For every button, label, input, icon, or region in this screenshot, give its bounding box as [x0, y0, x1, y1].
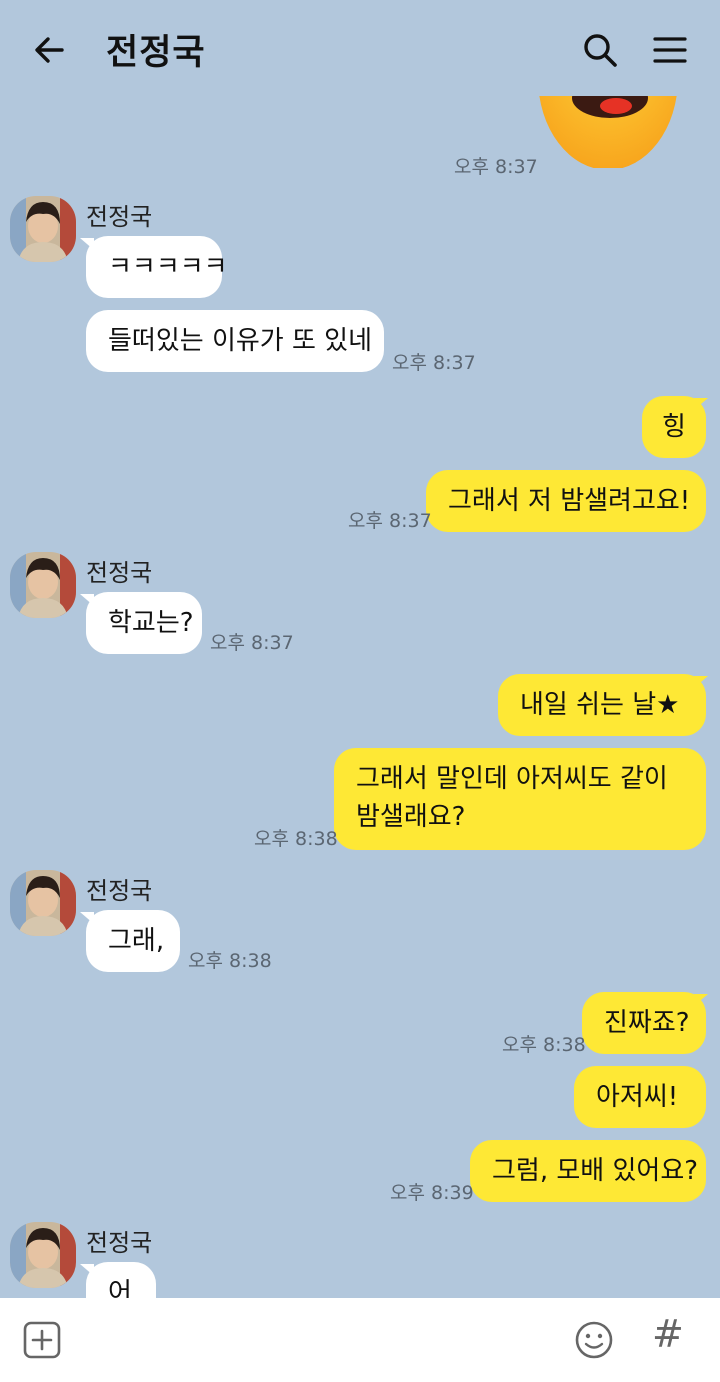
timestamp: 오후 8:38 [254, 828, 338, 850]
plus-square-icon[interactable] [20, 1318, 64, 1362]
timestamp: 오후 8:39 [390, 1182, 474, 1204]
timestamp: 오후 8:37 [454, 156, 538, 178]
incoming-message[interactable]: 들떠있는 이유가 또 있네 [86, 310, 384, 372]
search-icon[interactable] [578, 28, 622, 72]
message-line: 그래서 말인데 아저씨도 같이 [356, 764, 668, 794]
hamburger-menu-icon[interactable] [648, 28, 692, 72]
outgoing-message[interactable]: 아저씨! [574, 1066, 706, 1128]
incoming-message[interactable]: 학교는? [86, 592, 202, 654]
outgoing-message[interactable]: 진짜죠? [582, 992, 706, 1054]
outgoing-message[interactable]: 그럼, 모배 있어요? [470, 1140, 706, 1202]
avatar[interactable] [10, 870, 76, 936]
timestamp: 오후 8:38 [502, 1034, 586, 1056]
message-line: 밤샐래요? [356, 802, 466, 832]
outgoing-message[interactable]: 그래서 말인데 아저씨도 같이 밤샐래요? [334, 748, 706, 850]
message-composer[interactable]: # [0, 1298, 720, 1382]
incoming-message[interactable]: 그래, [86, 910, 180, 972]
timestamp: 오후 8:37 [348, 510, 432, 532]
chat-title: 전정국 [106, 33, 206, 73]
avatar[interactable] [10, 196, 76, 262]
outgoing-message[interactable]: 내일 쉬는 날★ [498, 674, 706, 736]
sender-name: 전정국 [86, 1229, 153, 1257]
timestamp: 오후 8:37 [392, 352, 476, 374]
crying-emoji-sticker [539, 96, 677, 168]
chat-header: 전정국 [0, 0, 720, 96]
outgoing-message[interactable]: 힝 [642, 396, 706, 458]
outgoing-message[interactable]: 그래서 저 밤샐려고요! [426, 470, 706, 532]
smiley-icon[interactable] [572, 1318, 616, 1362]
avatar[interactable] [10, 552, 76, 618]
message-list[interactable]: 오후 8:37 전정국 ㅋㅋㅋㅋㅋ 들떠있는 이유가 또 있네 오후 8:37 … [0, 96, 720, 1298]
incoming-message[interactable]: 어 [86, 1262, 156, 1298]
hashtag-button[interactable]: # [652, 1312, 684, 1356]
sender-name: 전정국 [86, 559, 153, 587]
arrow-left-icon[interactable] [30, 30, 70, 70]
timestamp: 오후 8:37 [210, 632, 294, 654]
avatar[interactable] [10, 1222, 76, 1288]
sender-name: 전정국 [86, 203, 153, 231]
timestamp: 오후 8:38 [188, 950, 272, 972]
sender-name: 전정국 [86, 877, 153, 905]
incoming-message[interactable]: ㅋㅋㅋㅋㅋ [86, 236, 228, 298]
